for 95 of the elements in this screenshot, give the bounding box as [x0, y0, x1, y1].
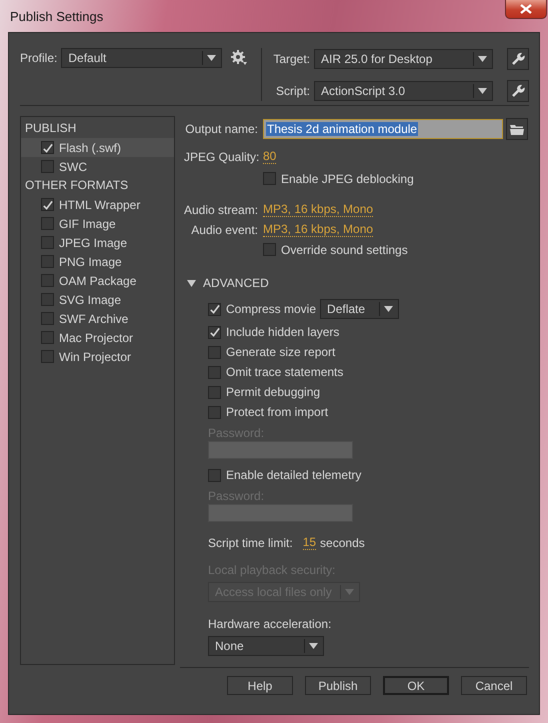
checkbox[interactable] — [208, 386, 221, 398]
quality-value[interactable]: 80 — [263, 150, 276, 164]
checkbox-label: Mac Projector — [59, 330, 134, 344]
checkbox[interactable] — [41, 236, 54, 249]
dialog-button[interactable]: OK — [383, 676, 449, 695]
checkbox-label: Enable detailed telemetry — [226, 468, 362, 482]
checkbox-label: Protect from import — [226, 405, 328, 419]
field-label: Script: — [276, 84, 310, 98]
checkbox-label: Compress movie — [226, 302, 316, 316]
dropdown[interactable]: None — [208, 636, 324, 656]
sidebar-item[interactable]: SVG Image — [21, 290, 174, 309]
checkbox-label: GIF Image — [59, 216, 116, 230]
checkbox-label: Generate size report — [226, 345, 336, 359]
folder-icon — [510, 124, 524, 134]
section-heading: OTHER FORMATS — [24, 177, 130, 194]
checkbox[interactable] — [41, 198, 54, 211]
checkbox-label: Win Projector — [59, 350, 132, 364]
checkbox-label: Flash (.swf) — [59, 140, 122, 154]
checkbox[interactable] — [208, 302, 221, 316]
sidebar-item[interactable]: OAM Package — [21, 271, 174, 290]
dialog-button[interactable]: Cancel — [461, 676, 527, 695]
disclosure-triangle-icon[interactable] — [187, 280, 196, 286]
dropdown[interactable]: ActionScript 3.0 — [314, 81, 493, 101]
wrench-button[interactable] — [507, 80, 529, 102]
dropdown[interactable]: Deflate — [320, 299, 400, 319]
checkbox-label: SWC — [59, 160, 87, 174]
audio-setting-value[interactable]: MP3, 16 kbps, Mono — [263, 223, 374, 237]
sidebar-item[interactable]: Flash (.swf) — [21, 138, 174, 157]
checkbox-label: Override sound settings — [281, 242, 408, 256]
checkbox[interactable] — [41, 312, 54, 325]
sidebar-item[interactable]: Win Projector — [21, 347, 174, 366]
field-label: Hardware acceleration: — [208, 617, 332, 633]
dropdown[interactable]: AIR 25.0 for Desktop — [314, 49, 493, 69]
checkbox-label: Permit debugging — [226, 385, 320, 399]
checkbox[interactable] — [208, 366, 221, 378]
caret-icon — [384, 306, 394, 312]
caret-icon — [478, 88, 487, 94]
checkbox-label: SWF Archive — [59, 312, 128, 326]
checkbox-label: SVG Image — [59, 292, 122, 306]
checkbox-label: Enable JPEG deblocking — [281, 172, 414, 186]
checkbox[interactable] — [208, 346, 221, 358]
field-label: Target: — [273, 52, 310, 66]
sidebar-item[interactable]: JPEG Image — [21, 233, 174, 252]
checkbox[interactable] — [263, 172, 276, 185]
checkbox[interactable] — [41, 217, 54, 230]
sidebar-item[interactable]: SWF Archive — [21, 309, 174, 328]
sidebar-item[interactable]: PNG Image — [21, 252, 174, 271]
caret-icon — [478, 56, 487, 62]
checkbox[interactable] — [41, 293, 54, 306]
checkbox-label: OAM Package — [59, 274, 136, 288]
checkbox-label: HTML Wrapper — [59, 198, 140, 212]
checkbox[interactable] — [208, 406, 221, 418]
caret-icon — [345, 589, 354, 595]
checkbox-label: JPEG Image — [59, 236, 128, 250]
wrench-icon — [511, 52, 525, 66]
sidebar-item[interactable]: HTML Wrapper — [21, 195, 174, 214]
checkbox-label: Omit trace statements — [226, 365, 344, 379]
checkbox[interactable] — [41, 350, 54, 363]
checkbox[interactable] — [208, 326, 221, 338]
field-label: JPEG Quality: — [184, 150, 260, 164]
checkbox[interactable] — [263, 243, 276, 256]
sidebar-item[interactable]: Mac Projector — [21, 328, 174, 347]
dropdown[interactable]: Default — [61, 48, 222, 68]
checkbox[interactable] — [41, 255, 54, 268]
close-icon — [520, 4, 532, 14]
dialog-button[interactable]: Publish — [305, 676, 371, 695]
wrench-button[interactable] — [507, 48, 529, 70]
checkbox[interactable] — [41, 274, 54, 287]
checkbox-label: Include hidden layers — [226, 325, 340, 339]
section-heading: PUBLISH — [24, 120, 78, 137]
caret-icon — [207, 55, 216, 61]
field-label: Audio event: — [190, 223, 259, 237]
checkbox-label: PNG Image — [59, 254, 122, 268]
checkbox[interactable] — [41, 331, 54, 344]
close-button[interactable] — [505, 0, 547, 19]
sidebar-item[interactable]: SWC — [21, 157, 174, 176]
field-label: Audio stream: — [184, 203, 260, 217]
checkbox[interactable] — [41, 141, 54, 154]
field-label: Script time limit: — [208, 536, 293, 550]
section-heading: ADVANCED — [203, 276, 269, 290]
dialog-button[interactable]: Help — [227, 676, 293, 695]
unit-label: seconds — [320, 536, 365, 550]
window-title: Publish Settings — [9, 8, 104, 24]
time-limit-value[interactable]: 15 — [302, 536, 316, 550]
browse-button[interactable] — [506, 118, 528, 140]
wrench-icon — [511, 84, 525, 98]
audio-setting-value[interactable]: MP3, 16 kbps, Mono — [263, 203, 374, 217]
field-label: Profile: — [20, 51, 58, 65]
field-label: Output name: — [184, 122, 259, 136]
checkbox[interactable] — [41, 160, 54, 173]
gear-icon — [230, 49, 248, 67]
checkbox[interactable] — [208, 468, 221, 482]
sidebar-item[interactable]: GIF Image — [21, 214, 174, 233]
caret-icon — [309, 643, 318, 649]
output-name-field[interactable]: Thesis 2d animation module — [263, 119, 503, 139]
